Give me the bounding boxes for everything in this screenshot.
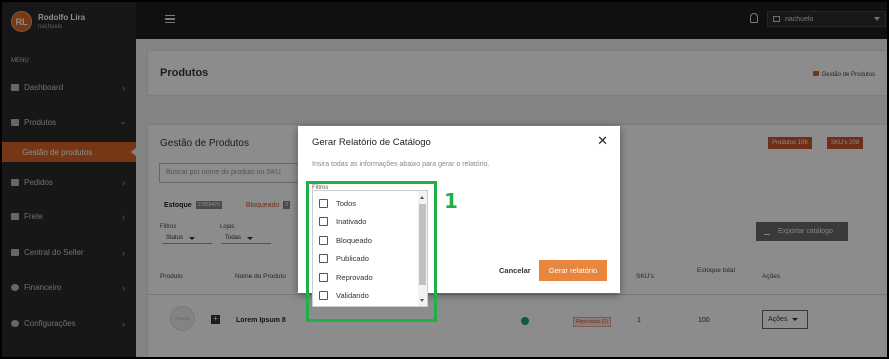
- close-icon[interactable]: ✕: [597, 134, 608, 147]
- cancel-button[interactable]: Cancelar: [499, 266, 531, 275]
- annotation-highlight-box: [306, 181, 437, 322]
- annotation-number: 1: [444, 189, 458, 213]
- app-frame: RL Rodolfo Lira nachuelo MENU Dashboard …: [2, 2, 887, 357]
- modal-title: Gerar Relatório de Catálogo: [312, 137, 431, 148]
- generate-report-button[interactable]: Gerar relatório: [539, 260, 607, 281]
- modal-description: Insira todas as informações abaixo para …: [312, 161, 490, 168]
